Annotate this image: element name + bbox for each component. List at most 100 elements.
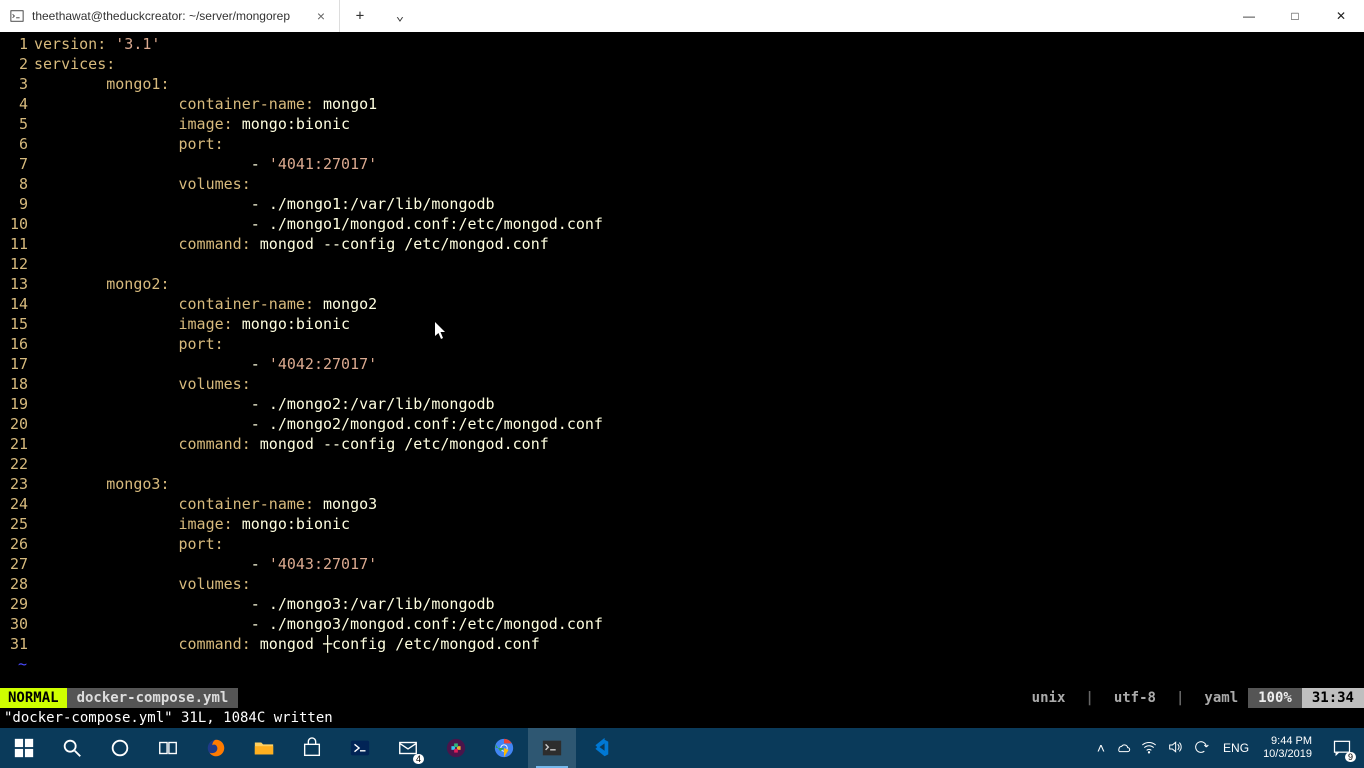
code-text: - '4041:27017' — [34, 154, 1364, 174]
code-text: container-name: mongo2 — [34, 294, 1364, 314]
code-line[interactable]: 7 - '4041:27017' — [0, 154, 1364, 174]
line-number: 23 — [0, 474, 34, 494]
status-encoding: utf-8 — [1104, 688, 1166, 708]
code-text: - '4043:27017' — [34, 554, 1364, 574]
code-line[interactable]: 5 image: mongo:bionic — [0, 114, 1364, 134]
code-line[interactable]: 10 - ./mongo1/mongod.conf:/etc/mongod.co… — [0, 214, 1364, 234]
code-line[interactable]: 14 container-name: mongo2 — [0, 294, 1364, 314]
line-number: 31 — [0, 634, 34, 654]
system-tray[interactable]: ˄ — [1089, 739, 1217, 758]
window-minimize-button[interactable]: — — [1226, 0, 1272, 32]
code-line[interactable]: 4 container-name: mongo1 — [0, 94, 1364, 114]
new-tab-button[interactable]: + — [340, 0, 380, 32]
code-text: - ./mongo3:/var/lib/mongodb — [34, 594, 1364, 614]
taskbar-slack-icon[interactable] — [432, 728, 480, 768]
code-line[interactable]: 9 - ./mongo1:/var/lib/mongodb — [0, 194, 1364, 214]
code-line[interactable]: 31 command: mongod ┼config /etc/mongod.c… — [0, 634, 1364, 654]
clock[interactable]: 9:44 PM 10/3/2019 — [1255, 735, 1320, 761]
vim-statusline: NORMAL docker-compose.yml unix | utf-8 |… — [0, 688, 1364, 708]
code-text: volumes: — [34, 374, 1364, 394]
code-line[interactable]: 15 image: mongo:bionic — [0, 314, 1364, 334]
code-text: image: mongo:bionic — [34, 514, 1364, 534]
taskbar-explorer-icon[interactable] — [240, 728, 288, 768]
line-number: 28 — [0, 574, 34, 594]
code-line[interactable]: 23 mongo3: — [0, 474, 1364, 494]
code-line[interactable]: 19 - ./mongo2:/var/lib/mongodb — [0, 394, 1364, 414]
line-number: 18 — [0, 374, 34, 394]
line-number: 9 — [0, 194, 34, 214]
code-text: services: — [34, 54, 1364, 74]
cortana-button[interactable] — [96, 728, 144, 768]
terminal-tab[interactable]: theethawat@theduckcreator: ~/server/mong… — [0, 0, 340, 32]
line-number: 4 — [0, 94, 34, 114]
taskbar-powershell-icon[interactable] — [336, 728, 384, 768]
window-titlebar: theethawat@theduckcreator: ~/server/mong… — [0, 0, 1364, 32]
code-text: version: '3.1' — [34, 34, 1364, 54]
tab-close-icon[interactable]: × — [313, 8, 329, 24]
code-line[interactable]: 26 port: — [0, 534, 1364, 554]
code-line[interactable]: 1version: '3.1' — [0, 34, 1364, 54]
code-text: image: mongo:bionic — [34, 314, 1364, 334]
code-line[interactable]: 22 — [0, 454, 1364, 474]
code-text: container-name: mongo3 — [34, 494, 1364, 514]
code-line[interactable]: 25 image: mongo:bionic — [0, 514, 1364, 534]
code-line[interactable]: 13 mongo2: — [0, 274, 1364, 294]
code-line[interactable]: 16 port: — [0, 334, 1364, 354]
line-number: 29 — [0, 594, 34, 614]
taskbar-chrome-icon[interactable] — [480, 728, 528, 768]
editor-viewport[interactable]: 1version: '3.1'2services:3 mongo1:4 cont… — [0, 32, 1364, 688]
code-line[interactable]: 24 container-name: mongo3 — [0, 494, 1364, 514]
language-indicator[interactable]: ENG — [1217, 741, 1255, 755]
code-text: port: — [34, 534, 1364, 554]
line-number: 22 — [0, 454, 34, 474]
code-line[interactable]: 21 command: mongod --config /etc/mongod.… — [0, 434, 1364, 454]
search-button[interactable] — [48, 728, 96, 768]
line-number: 2 — [0, 54, 34, 74]
code-line[interactable]: 29 - ./mongo3:/var/lib/mongodb — [0, 594, 1364, 614]
taskbar-terminal-icon[interactable] — [528, 728, 576, 768]
code-line[interactable]: 12 — [0, 254, 1364, 274]
start-button[interactable] — [0, 728, 48, 768]
code-line[interactable]: 28 volumes: — [0, 574, 1364, 594]
code-text — [34, 254, 1364, 274]
task-view-button[interactable] — [144, 728, 192, 768]
vim-message: "docker-compose.yml" 31L, 1084C written — [0, 708, 1364, 728]
network-icon[interactable] — [1141, 739, 1157, 758]
line-number: 8 — [0, 174, 34, 194]
line-number: 15 — [0, 314, 34, 334]
code-line[interactable]: 6 port: — [0, 134, 1364, 154]
code-line[interactable]: 20 - ./mongo2/mongod.conf:/etc/mongod.co… — [0, 414, 1364, 434]
code-line[interactable]: 2services: — [0, 54, 1364, 74]
line-number: 6 — [0, 134, 34, 154]
code-line[interactable]: 11 command: mongod --config /etc/mongod.… — [0, 234, 1364, 254]
code-line[interactable]: 18 volumes: — [0, 374, 1364, 394]
line-number: 12 — [0, 254, 34, 274]
code-text: mongo3: — [34, 474, 1364, 494]
sync-icon[interactable] — [1193, 739, 1209, 758]
clock-date: 10/3/2019 — [1263, 748, 1312, 761]
onedrive-icon[interactable] — [1115, 739, 1131, 758]
taskbar-vscode-icon[interactable] — [576, 728, 624, 768]
code-line[interactable]: 8 volumes: — [0, 174, 1364, 194]
volume-icon[interactable] — [1167, 739, 1183, 758]
taskbar-firefox-icon[interactable] — [192, 728, 240, 768]
code-line[interactable]: 27 - '4043:27017' — [0, 554, 1364, 574]
code-line[interactable]: 17 - '4042:27017' — [0, 354, 1364, 374]
window-maximize-button[interactable]: □ — [1272, 0, 1318, 32]
code-line[interactable]: 30 - ./mongo3/mongod.conf:/etc/mongod.co… — [0, 614, 1364, 634]
line-number: 14 — [0, 294, 34, 314]
code-line[interactable]: 3 mongo1: — [0, 74, 1364, 94]
code-text: - ./mongo2:/var/lib/mongodb — [34, 394, 1364, 414]
code-text: container-name: mongo1 — [34, 94, 1364, 114]
taskbar-store-icon[interactable] — [288, 728, 336, 768]
window-close-button[interactable]: ✕ — [1318, 0, 1364, 32]
code-text: mongo1: — [34, 74, 1364, 94]
tray-overflow-icon[interactable]: ˄ — [1097, 740, 1105, 756]
line-number: 16 — [0, 334, 34, 354]
line-number: 24 — [0, 494, 34, 514]
line-number: 3 — [0, 74, 34, 94]
tab-dropdown-icon[interactable]: ⌄ — [380, 0, 420, 32]
action-center-button[interactable]: 9 — [1320, 728, 1364, 768]
taskbar-mail-icon[interactable]: 4 — [384, 728, 432, 768]
code-text: command: mongod --config /etc/mongod.con… — [34, 434, 1364, 454]
